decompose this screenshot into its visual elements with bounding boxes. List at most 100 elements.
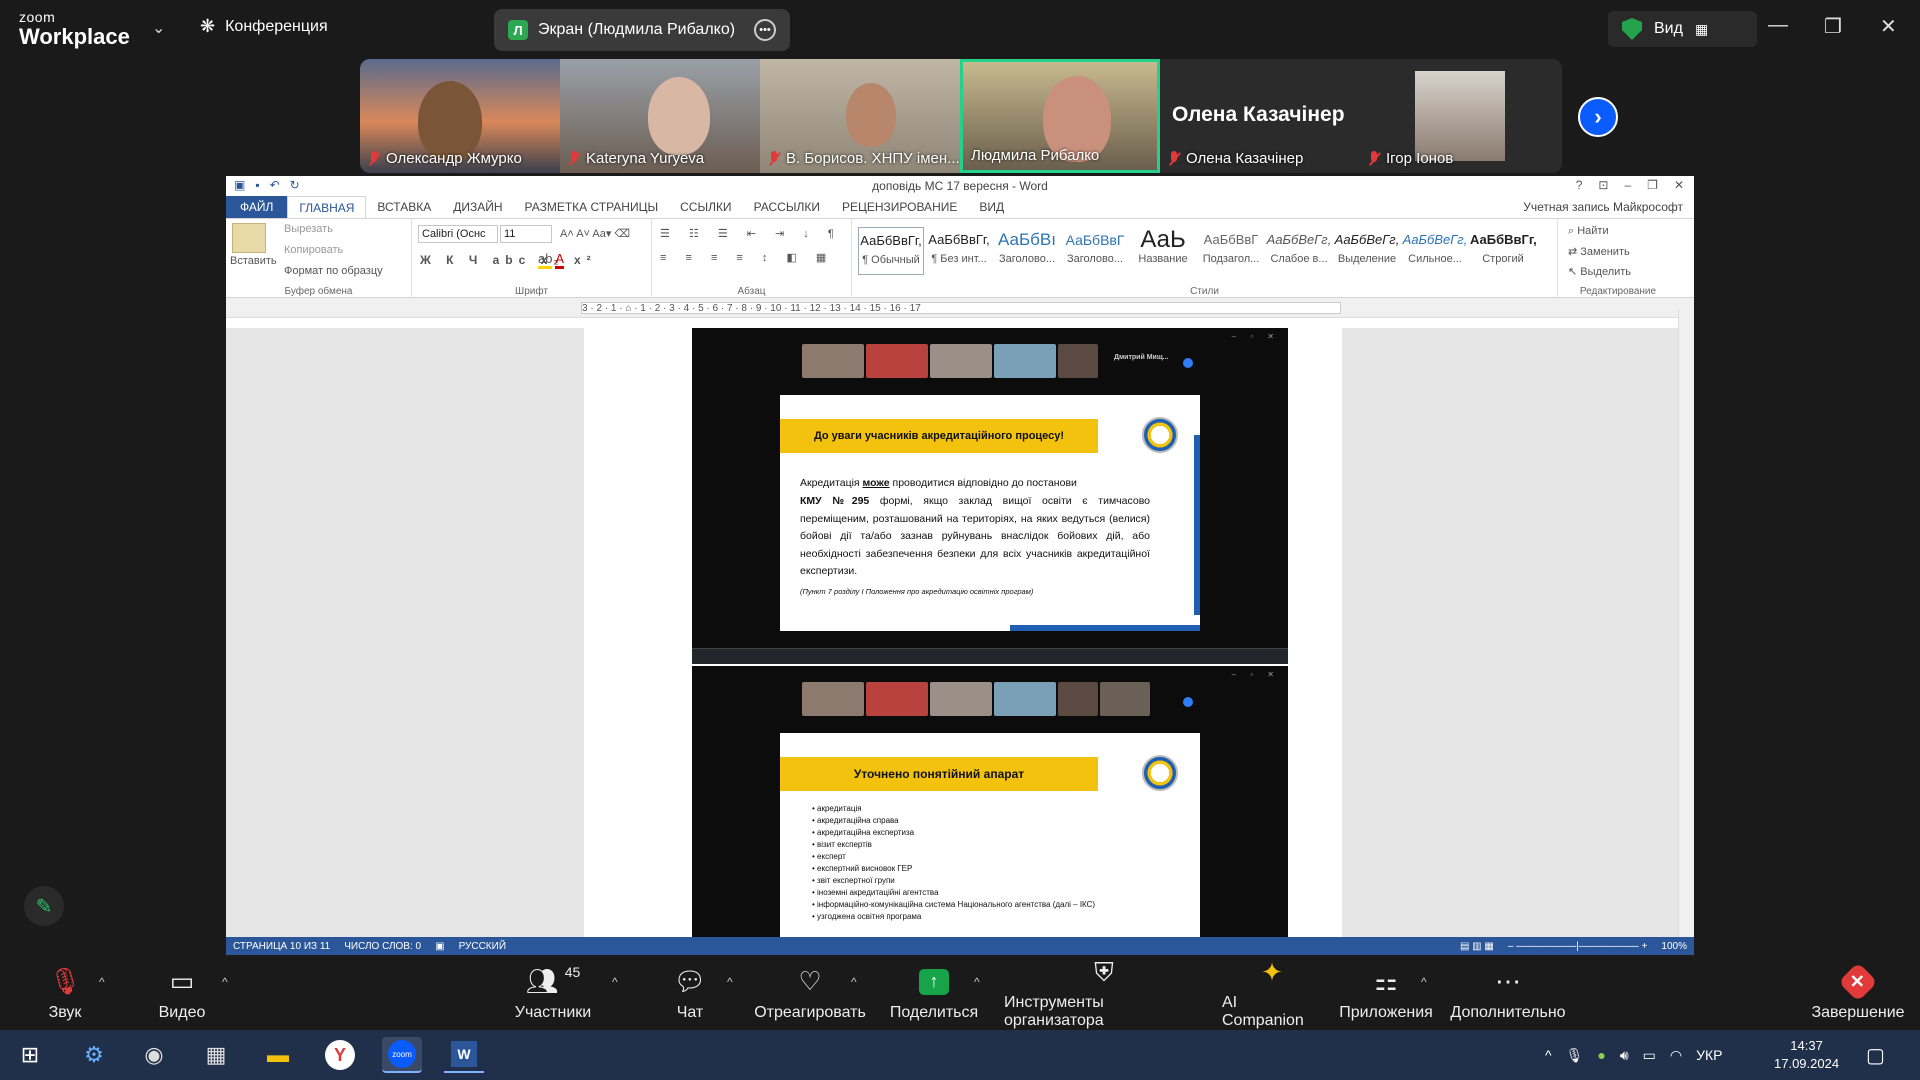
font-size-buttons[interactable]: A˄ A˅ Aa▾ ⌫ <box>560 227 630 240</box>
participant-tile-active-speaker[interactable]: Людмила Рибалко <box>960 59 1160 173</box>
caret-up-icon[interactable]: ^ <box>851 975 857 989</box>
participant-tile[interactable]: Kateryna Yuryeva <box>560 59 760 173</box>
annotate-pencil-icon[interactable]: ✎ <box>24 886 64 926</box>
style-item[interactable]: АаБбВвГ Заголово... <box>1062 227 1128 275</box>
participant-tile[interactable]: Ігор Іонов <box>1360 59 1562 173</box>
cut-button[interactable]: Вырезать <box>284 223 333 235</box>
zoom-taskbar-icon[interactable]: zoom <box>382 1037 422 1073</box>
chat-button[interactable]: 💬︎ Чат <box>670 955 710 1030</box>
style-item[interactable]: АаЬ Название <box>1130 227 1196 275</box>
yandex-browser-icon[interactable]: Y <box>320 1037 360 1073</box>
close-icon[interactable]: ✕ <box>1880 14 1897 39</box>
horizontal-ruler[interactable]: 3 · 2 · 1 · ⌂ · 1 · 2 · 3 · 4 · 5 · 6 · … <box>226 298 1694 318</box>
style-item[interactable]: АаБбВеГг, Сильное... <box>1402 227 1468 275</box>
paste-icon[interactable] <box>232 223 266 253</box>
tab-home[interactable]: ГЛАВНАЯ <box>287 196 367 218</box>
view-buttons[interactable]: ▤ ▥ ▦ <box>1453 941 1501 952</box>
notifications-icon[interactable]: ▢ <box>1866 1030 1885 1080</box>
host-tools-button[interactable]: ⛨ Инструменты организатора <box>1004 955 1204 1030</box>
tab-view[interactable]: ВИД <box>968 196 1015 218</box>
tab-design[interactable]: ДИЗАЙН <box>442 196 513 218</box>
more-icon[interactable]: ••• <box>754 19 776 41</box>
proofing-icon[interactable]: ▣ <box>428 941 451 952</box>
tab-references[interactable]: ССЫЛКИ <box>669 196 742 218</box>
style-item[interactable]: АаБбВвГг, Строгий <box>1470 227 1536 275</box>
screen-share-pill[interactable]: Л Экран (Людмила Рибалко) ••• <box>494 9 790 51</box>
replace-button[interactable]: ⇄ Заменить <box>1568 245 1630 258</box>
paste-button[interactable]: Вставить <box>230 255 277 267</box>
battery-icon[interactable]: ▭ <box>1643 1047 1656 1064</box>
word-taskbar-icon[interactable]: W <box>444 1037 484 1073</box>
font-color-buttons[interactable]: ab A <box>538 251 565 269</box>
start-icon[interactable]: ⊞ <box>10 1037 50 1073</box>
participant-tile[interactable]: Олена Казачінер Олена Казачінер <box>1160 59 1360 173</box>
tab-insert[interactable]: ВСТАВКА <box>366 196 442 218</box>
font-size-select[interactable]: 11 <box>500 225 552 243</box>
close-icon[interactable]: ✕ <box>1674 178 1684 192</box>
tab-review[interactable]: РЕЦЕНЗИРОВАНИЕ <box>831 196 968 218</box>
tab-mailings[interactable]: РАССЫЛКИ <box>743 196 831 218</box>
end-meeting-button[interactable]: ✕ Завершение <box>1810 955 1906 1030</box>
react-button[interactable]: ♡ Отреагировать <box>754 955 866 1030</box>
volume-icon[interactable]: 🔊︎ <box>1620 1047 1629 1064</box>
format-painter-button[interactable]: Формат по образцу <box>284 265 383 277</box>
caret-up-icon[interactable]: ^ <box>974 975 980 989</box>
copy-button[interactable]: Копировать <box>284 244 343 256</box>
vertical-scrollbar[interactable] <box>1678 309 1694 937</box>
zoom-level[interactable]: 100% <box>1654 941 1694 952</box>
help-icon[interactable]: ? <box>1576 178 1583 192</box>
ai-companion-button[interactable]: ✦ AI Companion <box>1222 955 1322 1030</box>
account-label[interactable]: Учетная запись Майкрософт <box>1512 196 1694 218</box>
app-tray-icon[interactable]: ● <box>1597 1047 1605 1063</box>
style-item[interactable]: АаБбВı Заголово... <box>994 227 1060 275</box>
alignment-buttons[interactable]: ≡ ≡ ≡ ≡ ↕ ◧ ▦ <box>660 251 834 264</box>
ribbon-display-icon[interactable]: ⊡ <box>1598 178 1608 192</box>
apps-button[interactable]: ⚏ Приложения <box>1339 955 1433 1030</box>
participant-tile[interactable]: В. Борисов. ХНПУ імен... <box>760 59 960 173</box>
clock[interactable]: 14:37 17.09.2024 <box>1774 1030 1839 1080</box>
audio-button[interactable]: 🎙︎ Звук <box>40 955 90 1030</box>
view-button[interactable]: Вид ▦ <box>1608 11 1757 47</box>
minimize-icon[interactable]: — <box>1768 14 1788 37</box>
caret-up-icon[interactable]: ^ <box>1421 975 1427 989</box>
caret-up-icon[interactable]: ^ <box>727 975 733 989</box>
video-button[interactable]: ▭ Видео <box>156 955 208 1030</box>
zoom-slider[interactable]: – ——————|—————— + <box>1501 941 1655 952</box>
style-item[interactable]: АаБбВеГг, Слабое в... <box>1266 227 1332 275</box>
document-area[interactable]: – ▫ ✕ Дмитрий Мищ... До уваги учасників … <box>226 328 1694 937</box>
app-icon[interactable]: ◉ <box>134 1037 174 1073</box>
restore-icon[interactable]: ❐ <box>1647 178 1658 192</box>
next-page-chevron-icon[interactable]: › <box>1578 97 1618 137</box>
participants-button[interactable]: 👥︎ 45 Участники <box>508 955 598 1030</box>
font-format-buttons[interactable]: Ж К Ч abc x₂ x² <box>420 253 597 267</box>
wifi-icon[interactable]: ◠ <box>1670 1047 1682 1064</box>
select-button[interactable]: ↖ Выделить <box>1568 265 1631 278</box>
chevron-up-icon[interactable]: ^ <box>1545 1047 1552 1063</box>
share-button[interactable]: ↑ Поделиться <box>890 955 978 1030</box>
chevron-down-icon[interactable]: ⌄ <box>152 18 165 38</box>
font-name-select[interactable]: Calibri (Оснс <box>418 225 498 243</box>
file-explorer-icon[interactable]: ▬ <box>258 1037 298 1073</box>
mic-icon[interactable]: 🎙︎ <box>1566 1047 1584 1064</box>
style-item[interactable]: АаБбВвГг, ¶ Без инт... <box>926 227 992 275</box>
language-indicator[interactable]: РУССКИЙ <box>452 941 513 952</box>
language-indicator[interactable]: УКР <box>1696 1047 1722 1063</box>
more-button[interactable]: ⋯ Дополнительно <box>1450 955 1565 1030</box>
style-item[interactable]: АаБбВвГ Подзагол... <box>1198 227 1264 275</box>
caret-up-icon[interactable]: ^ <box>222 975 228 989</box>
meeting-info-button[interactable]: ❋ Конференция <box>200 16 328 37</box>
calculator-icon[interactable]: ▦ <box>196 1037 236 1073</box>
participant-tile[interactable]: Олександр Жмурко <box>360 59 560 173</box>
style-item[interactable]: АаБбВвГг, ¶ Обычный <box>858 227 924 275</box>
caret-up-icon[interactable]: ^ <box>99 975 105 989</box>
caret-up-icon[interactable]: ^ <box>612 975 618 989</box>
restore-icon[interactable]: ❐ <box>1824 14 1842 39</box>
style-item[interactable]: АаБбВеГг, Выделение <box>1334 227 1400 275</box>
app-icon[interactable]: ⚙ <box>74 1037 114 1073</box>
minimize-icon[interactable]: – <box>1624 178 1631 192</box>
tab-file[interactable]: ФАЙЛ <box>226 196 288 218</box>
list-buttons[interactable]: ☰ ☷ ☰ ⇤ ⇥ ↓ ¶ <box>660 227 842 240</box>
find-button[interactable]: ⌕ Найти <box>1568 225 1609 238</box>
tab-layout[interactable]: РАЗМЕТКА СТРАНИЦЫ <box>514 196 670 218</box>
page-count[interactable]: СТРАНИЦА 10 ИЗ 11 <box>226 941 337 952</box>
